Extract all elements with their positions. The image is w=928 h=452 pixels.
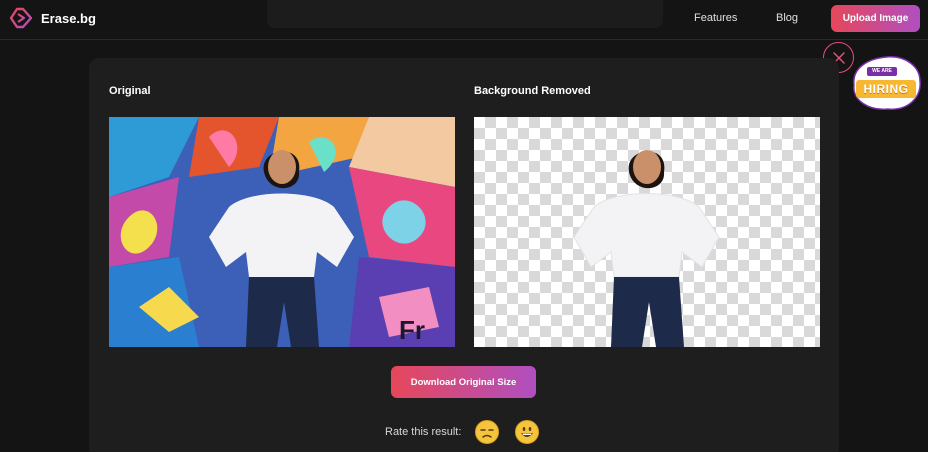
hiring-badge-main: HIRING: [856, 80, 916, 98]
cutout-photo: [573, 150, 720, 347]
logo-text: Erase.bg: [41, 10, 96, 26]
rate-result-label: Rate this result:: [385, 426, 462, 438]
hiring-badge-top: WE ARE: [867, 67, 897, 76]
erase-bg-logo-icon: [9, 7, 33, 29]
grinning-face-icon[interactable]: [515, 420, 540, 444]
rate-result-row: Rate this result:: [385, 420, 555, 444]
original-title: Original: [109, 85, 151, 97]
svg-text:Fr: Fr: [399, 315, 425, 345]
download-original-size-button[interactable]: Download Original Size: [391, 366, 536, 398]
unamused-face-icon[interactable]: [475, 420, 500, 444]
top-header: Erase.bg Features Blog Upload Image: [0, 0, 928, 40]
upload-image-button[interactable]: Upload Image: [831, 5, 920, 32]
nav-blog-link[interactable]: Blog: [776, 12, 798, 24]
we-are-hiring-badge[interactable]: WE ARE HIRING: [848, 53, 924, 113]
graffiti-photo: Fr: [109, 117, 455, 347]
background-removed-title: Background Removed: [474, 85, 591, 97]
logo[interactable]: Erase.bg: [9, 7, 96, 29]
nav-features-link[interactable]: Features: [694, 12, 737, 24]
header-center-panel: [267, 0, 663, 28]
background-removed-image: [474, 117, 820, 347]
original-image: Fr: [109, 117, 455, 347]
result-card: Original Background Removed Fr Download …: [89, 58, 839, 452]
